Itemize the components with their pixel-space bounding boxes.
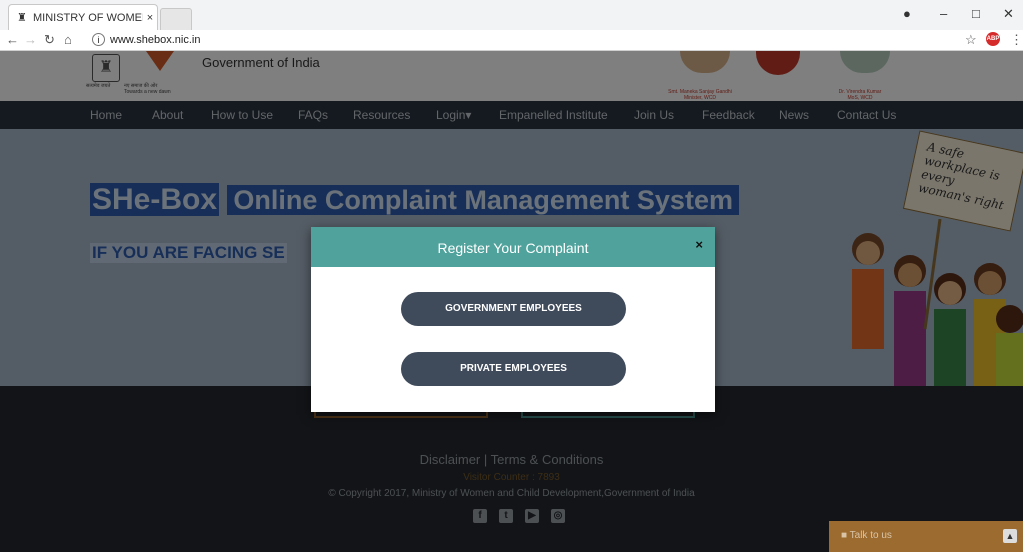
back-arrow-icon[interactable]: ← xyxy=(6,32,19,47)
chevron-up-icon[interactable]: ▲ xyxy=(1003,529,1017,543)
reload-icon[interactable]: ↻ xyxy=(44,32,55,48)
register-complaint-modal: Register Your Complaint × GOVERNMENT EMP… xyxy=(311,227,715,412)
talk-label-text: Talk to us xyxy=(849,530,892,541)
close-icon[interactable]: ✕ xyxy=(1003,6,1014,22)
private-employees-button[interactable]: PRIVATE EMPLOYEES xyxy=(401,352,626,386)
address-bar: ← → ↻ ⌂ i www.shebox.nic.in ☆ ABP ⋮ xyxy=(0,30,1023,51)
browser-tab[interactable]: ♜ MINISTRY OF WOMEN & × xyxy=(8,4,158,30)
restore-icon[interactable]: □ xyxy=(972,6,980,21)
url-text: www.shebox.nic.in xyxy=(110,33,201,46)
info-icon[interactable]: i xyxy=(92,33,105,46)
tab-close-icon[interactable]: × xyxy=(143,12,157,24)
home-icon[interactable]: ⌂ xyxy=(64,32,72,47)
talk-to-us-widget[interactable]: ■ Talk to us ▲ xyxy=(829,521,1023,552)
government-employees-button[interactable]: GOVERNMENT EMPLOYEES xyxy=(401,292,626,326)
page: ♜ सत्यमेव जयते नए समाज की ओर Towards a n… xyxy=(0,51,1023,552)
menu-icon[interactable]: ⋮ xyxy=(1010,32,1023,48)
account-icon[interactable]: ● xyxy=(903,6,911,21)
modal-close-icon[interactable]: × xyxy=(695,237,703,252)
abp-icon[interactable]: ABP xyxy=(986,32,1000,46)
talk-to-us-label: ■ Talk to us xyxy=(841,530,892,541)
minimize-icon[interactable]: – xyxy=(940,6,947,21)
modal-header: Register Your Complaint × xyxy=(311,227,715,267)
chat-icon: ■ xyxy=(841,530,850,541)
star-icon[interactable]: ☆ xyxy=(965,32,977,48)
emblem-favicon-icon: ♜ xyxy=(17,12,27,24)
browser-tab-bar: ♜ MINISTRY OF WOMEN & × ● – □ ✕ xyxy=(0,0,1023,31)
modal-title: Register Your Complaint xyxy=(437,240,589,256)
new-tab-button[interactable] xyxy=(160,8,192,31)
tab-title: MINISTRY OF WOMEN & xyxy=(33,11,143,24)
url-field[interactable]: i www.shebox.nic.in xyxy=(92,31,962,48)
forward-arrow-icon[interactable]: → xyxy=(24,32,37,47)
